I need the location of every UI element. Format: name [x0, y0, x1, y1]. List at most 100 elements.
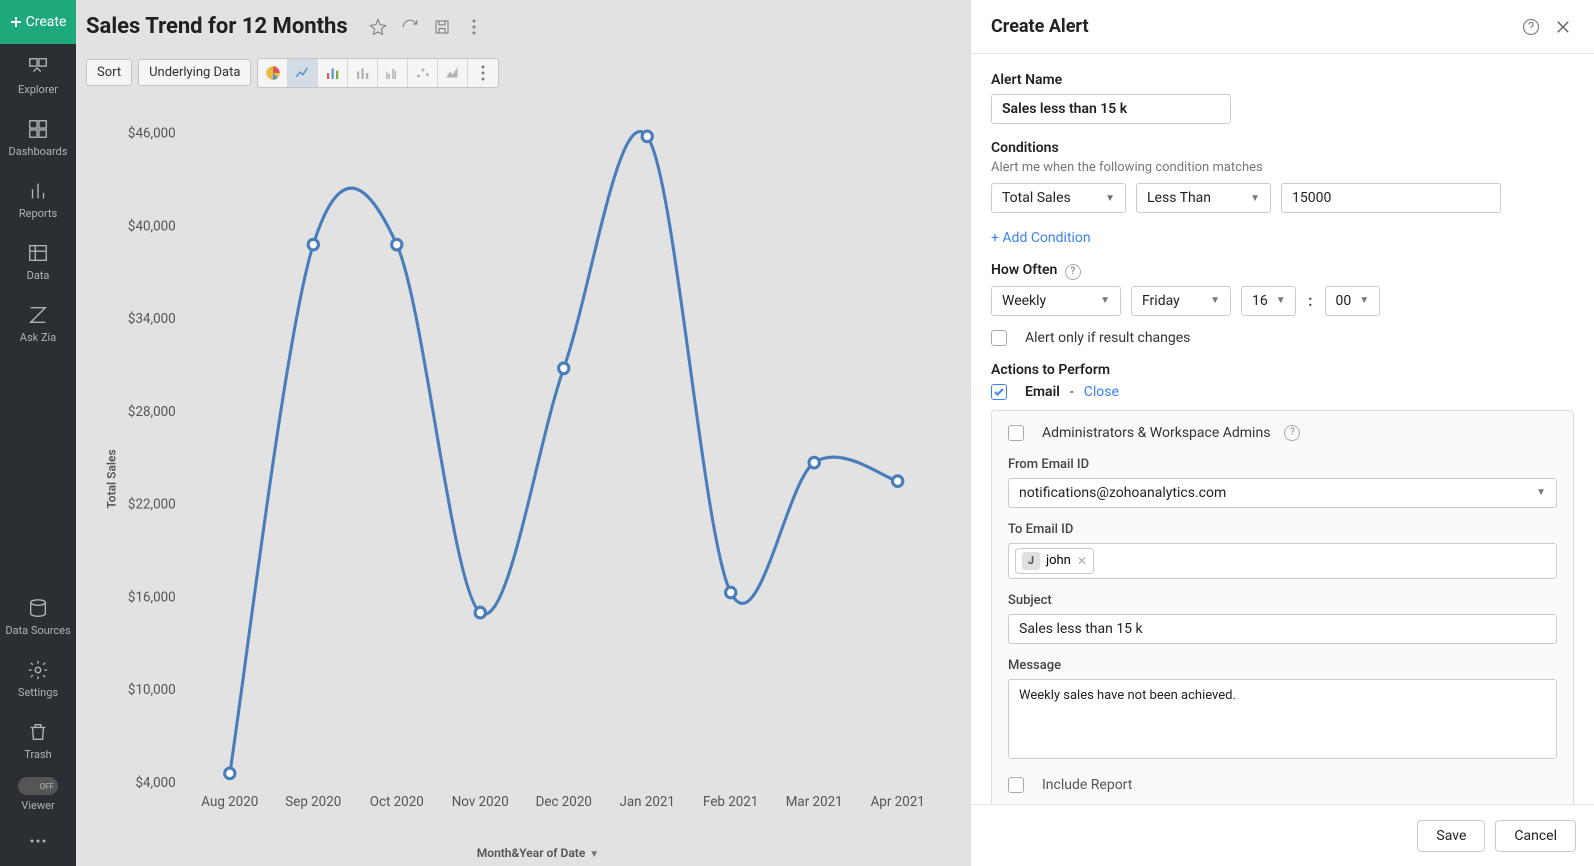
- panel-footer: Save Cancel: [971, 804, 1594, 866]
- help-icon[interactable]: ?: [1065, 264, 1081, 280]
- add-condition-link[interactable]: + Add Condition: [991, 230, 1091, 246]
- from-email-select[interactable]: notifications@zohoanalytics.com▼: [1008, 478, 1557, 508]
- y-axis-label: Total Sales: [105, 449, 119, 508]
- include-report-checkbox[interactable]: [1008, 777, 1024, 793]
- svg-text:$10,000: $10,000: [128, 682, 176, 698]
- underlying-data-button[interactable]: Underlying Data: [138, 59, 251, 86]
- svg-text:Jan 2021: Jan 2021: [619, 794, 674, 810]
- chevron-down-icon: ▼: [1105, 193, 1115, 204]
- sort-button[interactable]: Sort: [86, 59, 132, 86]
- datasources-icon: [27, 597, 49, 619]
- stacked-bar-icon[interactable]: [348, 59, 378, 87]
- sidebar-item-askzia[interactable]: Ask Zia: [0, 292, 76, 354]
- minute-select[interactable]: 00▼: [1325, 286, 1380, 316]
- close-icon[interactable]: [1552, 16, 1574, 38]
- help-icon[interactable]: ?: [1284, 425, 1300, 441]
- alert-name-label: Alert Name: [991, 72, 1574, 88]
- frequency-select[interactable]: Weekly▼: [991, 286, 1121, 316]
- svg-text:Oct 2020: Oct 2020: [370, 794, 424, 810]
- panel-header: Create Alert: [971, 0, 1594, 54]
- save-icon[interactable]: [432, 17, 452, 37]
- subject-input[interactable]: [1008, 614, 1557, 644]
- sidebar-item-datasources[interactable]: Data Sources: [0, 585, 76, 647]
- pie-chart-icon[interactable]: [258, 59, 288, 87]
- sidebar-item-settings[interactable]: Settings: [0, 647, 76, 709]
- create-label: Create: [26, 14, 67, 30]
- line-chart-icon[interactable]: [288, 59, 318, 87]
- report-toolbar: Sort Underlying Data: [76, 54, 970, 92]
- email-action-checkbox[interactable]: [991, 384, 1007, 400]
- sidebar-item-viewer[interactable]: OFF Viewer: [0, 771, 76, 822]
- email-config-box: Administrators & Workspace Admins ? From…: [991, 410, 1574, 805]
- to-email-input[interactable]: J john ✕: [1008, 543, 1557, 579]
- condition-value-input[interactable]: [1281, 183, 1501, 213]
- svg-text:Mar 2021: Mar 2021: [786, 794, 843, 810]
- sidebar-item-more[interactable]: [0, 822, 76, 866]
- svg-text:$28,000: $28,000: [128, 404, 176, 420]
- email-close-link[interactable]: Close: [1084, 384, 1119, 400]
- sidebar-label: Settings: [18, 686, 58, 699]
- svg-text:$34,000: $34,000: [128, 311, 176, 327]
- message-label: Message: [1008, 658, 1557, 673]
- svg-text:Nov 2020: Nov 2020: [452, 794, 509, 810]
- viewer-toggle-icon[interactable]: OFF: [18, 777, 58, 795]
- scatter-chart-icon[interactable]: [408, 59, 438, 87]
- grouped-bar-icon[interactable]: [378, 59, 408, 87]
- admins-checkbox[interactable]: [1008, 425, 1024, 441]
- chart-area: Total Sales $4,000$10,000$16,000$22,000$…: [76, 92, 970, 866]
- x-axis-label: Month&Year of Date▼: [116, 846, 960, 860]
- remove-chip-icon[interactable]: ✕: [1077, 554, 1087, 568]
- email-action-label: Email: [1025, 384, 1060, 400]
- sidebar-item-reports[interactable]: Reports: [0, 168, 76, 230]
- sidebar-item-trash[interactable]: Trash: [0, 709, 76, 771]
- condition-operator-select[interactable]: Less Than▼: [1136, 183, 1271, 213]
- create-button[interactable]: Create: [0, 0, 76, 44]
- day-select[interactable]: Friday▼: [1131, 286, 1231, 316]
- help-icon[interactable]: [1520, 16, 1542, 38]
- sidebar-item-explorer[interactable]: Explorer: [0, 44, 76, 106]
- svg-text:Aug 2020: Aug 2020: [201, 794, 258, 810]
- area-chart-icon[interactable]: [438, 59, 468, 87]
- reports-icon: [27, 180, 49, 202]
- chart-more-icon[interactable]: [468, 59, 498, 87]
- chevron-down-icon: ▼: [1250, 193, 1260, 204]
- sidebar-item-dashboards[interactable]: Dashboards: [0, 106, 76, 168]
- sidebar-item-data[interactable]: Data: [0, 230, 76, 292]
- alert-name-input[interactable]: [991, 94, 1231, 124]
- message-textarea[interactable]: [1008, 679, 1557, 759]
- chevron-down-icon: ▼: [1210, 295, 1220, 306]
- refresh-icon[interactable]: [400, 17, 420, 37]
- create-alert-panel: Create Alert Alert Name Conditions Alert…: [970, 0, 1594, 866]
- avatar: J: [1022, 552, 1040, 570]
- dashboards-icon: [27, 118, 49, 140]
- more-vertical-icon[interactable]: [464, 17, 484, 37]
- chevron-down-icon: ▼: [1536, 487, 1546, 498]
- bar-chart-icon[interactable]: [318, 59, 348, 87]
- sidebar-label: Explorer: [18, 83, 58, 96]
- condition-field-select[interactable]: Total Sales▼: [991, 183, 1126, 213]
- chevron-down-icon: ▼: [1359, 295, 1369, 306]
- svg-text:Dec 2020: Dec 2020: [536, 794, 592, 810]
- chevron-down-icon: ▼: [1276, 295, 1286, 306]
- chart-svg: $4,000$10,000$16,000$22,000$28,000$34,00…: [116, 112, 960, 836]
- report-header: Sales Trend for 12 Months: [76, 0, 970, 54]
- include-report-label: Include Report: [1042, 777, 1132, 793]
- svg-text:$4,000: $4,000: [135, 775, 175, 791]
- star-icon[interactable]: [368, 17, 388, 37]
- cancel-button[interactable]: Cancel: [1495, 820, 1576, 852]
- hour-select[interactable]: 16▼: [1241, 286, 1296, 316]
- settings-icon: [27, 659, 49, 681]
- conditions-subtext: Alert me when the following condition ma…: [991, 160, 1574, 175]
- chart-type-switcher: [257, 58, 499, 88]
- only-if-changes-checkbox[interactable]: [991, 330, 1007, 346]
- trash-icon: [27, 721, 49, 743]
- left-sidebar: Create Explorer Dashboards Reports Data …: [0, 0, 76, 866]
- svg-text:$46,000: $46,000: [128, 125, 176, 141]
- sidebar-label: Ask Zia: [20, 331, 56, 344]
- svg-text:Sep 2020: Sep 2020: [285, 794, 341, 810]
- panel-body: Alert Name Conditions Alert me when the …: [971, 54, 1594, 804]
- plus-icon: [10, 16, 22, 28]
- save-button[interactable]: Save: [1417, 820, 1485, 852]
- panel-title: Create Alert: [991, 16, 1510, 37]
- svg-text:Feb 2021: Feb 2021: [703, 794, 758, 810]
